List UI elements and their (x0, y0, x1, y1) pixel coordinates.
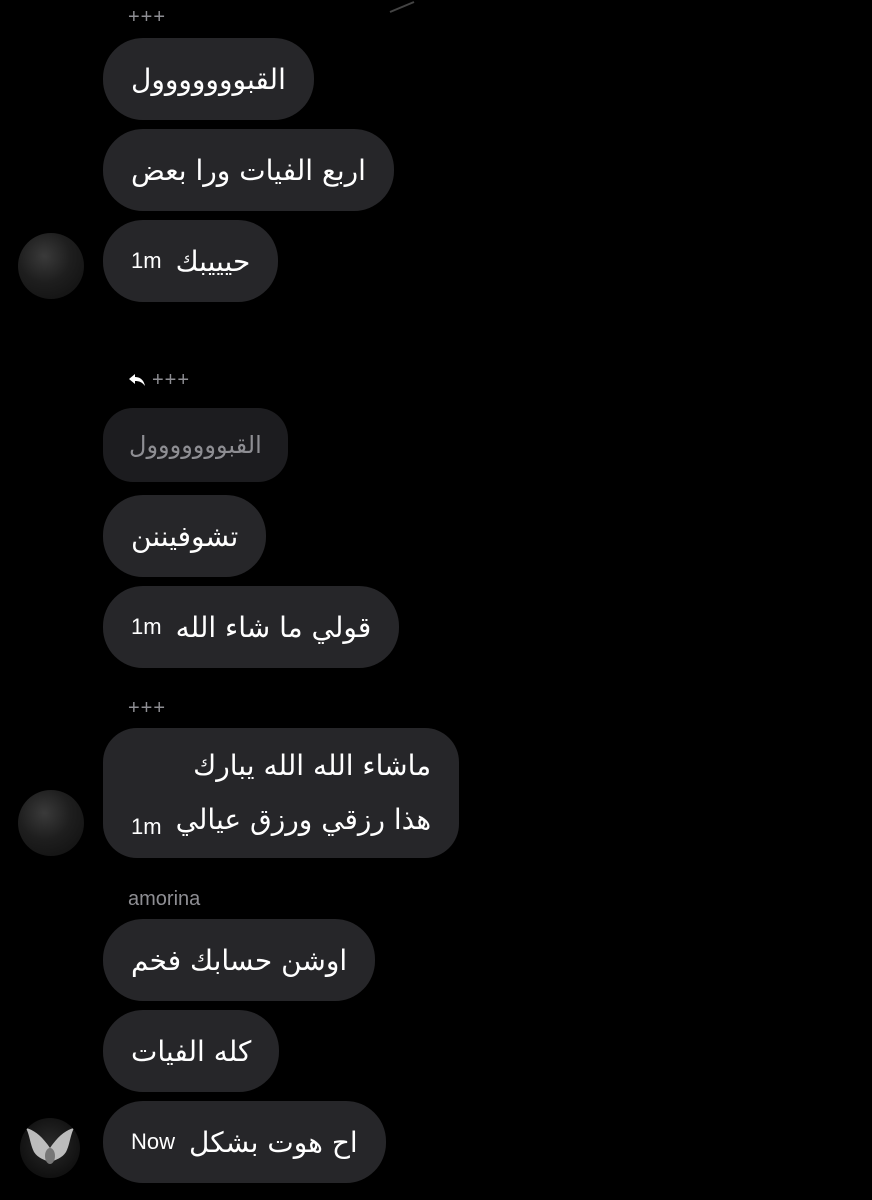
message-bubble[interactable]: قولي ما شاء الله 1m (103, 586, 400, 668)
message-timestamp: 1m (131, 814, 162, 839)
reply-header: +++ (128, 369, 190, 392)
message-bubble[interactable]: القبووووووول (103, 38, 314, 120)
sender-name: +++ (128, 6, 167, 28)
message-text: القبووووووول (131, 62, 286, 96)
sender-avatar[interactable] (20, 1118, 80, 1178)
reply-arrow-icon (129, 374, 145, 386)
message-bubble[interactable]: اوشن حسابك فخم (103, 919, 376, 1001)
sender-name: +++ (128, 697, 167, 719)
message-bubble[interactable]: تشوفيننن (103, 495, 267, 577)
message-line: هذا رزقي ورزق عيالي (175, 803, 432, 836)
message-text: حيييبك (175, 244, 251, 278)
message-text: اربع الفيات ورا بعض (131, 153, 366, 187)
message-bubble[interactable]: اح هوت بشكل Now (103, 1101, 386, 1183)
message-text: كله الفيات (131, 1034, 252, 1068)
message-timestamp: Now (131, 1129, 176, 1154)
message-line: ماشاء الله الله يبارك (193, 749, 432, 782)
message-bubble[interactable]: ماشاء الله الله يبارك هذا رزقي ورزق عيال… (103, 728, 460, 858)
message-text: ماشاء الله الله يبارك هذا رزقي ورزق عيال… (176, 739, 432, 847)
message-text: تشوفيننن (131, 519, 239, 553)
message-bubble[interactable]: كله الفيات (103, 1010, 280, 1092)
sender-name: +++ (152, 369, 191, 391)
angel-wings-icon (26, 1128, 74, 1164)
sender-avatar[interactable] (18, 233, 84, 299)
message-text: قولي ما شاء الله (175, 610, 372, 644)
message-timestamp: 1m (131, 248, 162, 273)
message-timestamp: 1m (131, 614, 162, 639)
message-bubble[interactable]: حيييبك 1m (103, 220, 279, 302)
message-text: اح هوت بشكل (189, 1125, 358, 1159)
message-text: اوشن حسابك فخم (131, 943, 348, 977)
message-bubble[interactable]: اربع الفيات ورا بعض (103, 129, 394, 211)
sender-avatar[interactable] (18, 790, 84, 856)
sender-name: amorina (128, 888, 201, 910)
quoted-reply-bubble[interactable]: القبووووووول (103, 408, 288, 482)
quoted-text: القبووووووول (129, 431, 262, 459)
partial-divider (389, 1, 415, 13)
